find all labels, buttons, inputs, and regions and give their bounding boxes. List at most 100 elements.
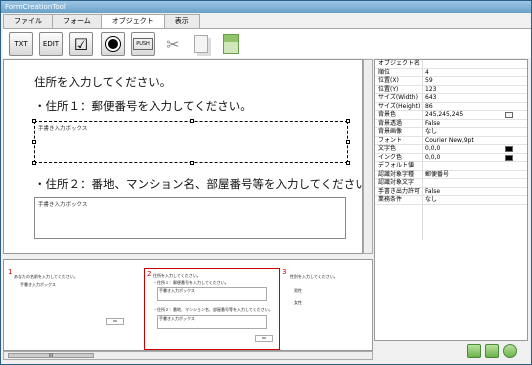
thumbnail-scrollbar[interactable]: III bbox=[3, 351, 373, 360]
edit-label: EDIT bbox=[42, 40, 60, 48]
prop-row[interactable]: 認識対象文字 bbox=[375, 179, 527, 188]
prop-value[interactable]: なし bbox=[425, 128, 437, 137]
thumb-text: ・住所１：郵便番号を入力してください。 bbox=[153, 280, 229, 285]
prop-row[interactable]: 文字色 0,0,0 bbox=[375, 145, 527, 154]
push-button-tool[interactable]: PUSH bbox=[131, 32, 155, 56]
tab-form[interactable]: フォーム bbox=[52, 14, 102, 28]
prop-value[interactable]: 643 bbox=[425, 94, 436, 103]
page-number: 2 bbox=[147, 270, 152, 278]
thumb-ok-button: OK bbox=[255, 335, 273, 342]
prop-value[interactable]: 245,245,245 bbox=[425, 111, 463, 120]
prop-key: 位置(Y) bbox=[378, 85, 399, 93]
scissors-icon: ✂ bbox=[166, 34, 180, 54]
prop-key: 背景画像 bbox=[378, 128, 403, 135]
prop-value[interactable]: 4 bbox=[425, 69, 429, 78]
handwriting-box-1[interactable]: 手書き入力ボックス bbox=[32, 119, 350, 165]
prop-row[interactable]: 背景透過 False bbox=[375, 120, 527, 129]
tab-file[interactable]: ファイル bbox=[3, 14, 53, 28]
prop-row[interactable]: 手書き出力許可 False bbox=[375, 187, 527, 197]
scrollbar-thumb[interactable]: III bbox=[8, 353, 94, 358]
prop-key: 認識対象文字 bbox=[378, 179, 415, 186]
ink-color-swatch bbox=[505, 154, 513, 161]
question-3: ・住所２：番地、マンション名、部屋番号等を入力してください。 bbox=[34, 177, 363, 191]
paste-icon bbox=[223, 34, 239, 54]
tab-view[interactable]: 表示 bbox=[163, 14, 200, 28]
prop-value[interactable]: 86 bbox=[425, 103, 433, 112]
page-duplicate-button[interactable] bbox=[485, 344, 499, 358]
prop-key: 手書き出力許可 bbox=[378, 187, 421, 195]
prop-row[interactable]: サイズ(Height) 86 bbox=[375, 102, 527, 112]
question-2: ・住所１：郵便番号を入力してください。 bbox=[34, 99, 252, 113]
prop-row[interactable]: デフォルト値 bbox=[375, 162, 527, 171]
bg-color-swatch bbox=[505, 112, 513, 118]
page-number: 1 bbox=[8, 268, 13, 276]
thumbnail-page-2-selected[interactable]: 2 住所を入力してください。 ・住所１：郵便番号を入力してください。 手書き入力… bbox=[144, 268, 280, 350]
cut-button[interactable]: ✂ bbox=[161, 32, 185, 56]
prop-row[interactable]: フォント Courier New,9pt bbox=[375, 137, 527, 146]
prop-value[interactable]: False bbox=[425, 188, 440, 197]
prop-key: 業務条件 bbox=[378, 196, 403, 203]
thumbnail-page-1[interactable]: 1 あなたの名前を入力してください。 手書き入力ボックス OK bbox=[6, 268, 140, 348]
thumb-text: 手書き入力ボックス bbox=[20, 282, 56, 287]
form-canvas[interactable]: 住所を入力してください。 ・住所１：郵便番号を入力してください。 手書き入力ボッ… bbox=[3, 59, 363, 254]
resize-handle[interactable] bbox=[190, 119, 194, 123]
prop-row[interactable]: 背景画像 なし bbox=[375, 128, 527, 137]
resize-handle[interactable] bbox=[346, 161, 350, 165]
prop-value[interactable]: 59 bbox=[425, 77, 433, 86]
resize-handle[interactable] bbox=[32, 161, 36, 165]
resize-handle[interactable] bbox=[32, 140, 36, 144]
prop-value[interactable]: 郵便番号 bbox=[425, 171, 449, 180]
window-title: FormCreationTool bbox=[1, 1, 531, 13]
resize-handle[interactable] bbox=[32, 119, 36, 123]
edit-button[interactable]: EDIT bbox=[39, 32, 63, 56]
box-label: 手書き入力ボックス bbox=[38, 202, 88, 208]
thumb-text: あなたの名前を入力してください。 bbox=[14, 274, 78, 279]
prop-row[interactable]: 業務条件 なし bbox=[375, 196, 527, 205]
prop-value[interactable]: 123 bbox=[425, 86, 436, 95]
prop-row[interactable]: 認識対象字種 郵便番号 bbox=[375, 171, 527, 180]
page-add-button[interactable] bbox=[467, 344, 481, 358]
canvas-scrollbar[interactable] bbox=[363, 59, 373, 254]
text-color-swatch bbox=[505, 146, 513, 152]
prop-row[interactable]: 位置(Y) 123 bbox=[375, 85, 527, 95]
radio-icon bbox=[105, 36, 121, 52]
tab-object[interactable]: オブジェクト bbox=[100, 14, 165, 29]
prop-value[interactable]: 0,0,0 bbox=[425, 145, 440, 154]
prop-key: デフォルト値 bbox=[378, 162, 415, 169]
radio-button-tool[interactable] bbox=[101, 32, 125, 56]
check-icon: ☑ bbox=[73, 34, 89, 54]
page-number: 3 bbox=[282, 268, 287, 276]
ribbon-tabs: ファイル フォーム オブジェクト 表示 bbox=[3, 14, 200, 29]
run-preview-button[interactable] bbox=[503, 344, 517, 358]
thumb-text: 女性 bbox=[294, 300, 302, 305]
property-grid: オブジェクト名 順位 4 位置(X) 59 位置(Y) 123 サイズ(Width) 6… bbox=[374, 59, 528, 341]
resize-handle[interactable] bbox=[190, 161, 194, 165]
prop-row[interactable]: 背景色 245,245,245 bbox=[375, 111, 527, 120]
thumb-text: 男性 bbox=[294, 288, 302, 293]
checkbox-button[interactable]: ☑ bbox=[69, 32, 93, 56]
copy-icon bbox=[194, 35, 208, 53]
prop-row[interactable]: サイズ(Width) 643 bbox=[375, 94, 527, 103]
prop-value[interactable]: False bbox=[425, 120, 440, 129]
box-label: 手書き入力ボックス bbox=[38, 126, 88, 132]
paste-button[interactable] bbox=[219, 32, 243, 56]
prop-key: サイズ(Height) bbox=[378, 102, 421, 110]
txt-button[interactable]: TXT bbox=[9, 32, 33, 56]
prop-key: オブジェクト名 bbox=[378, 60, 421, 67]
prop-value[interactable]: なし bbox=[425, 196, 437, 205]
thumbnail-page-3[interactable]: 3 性別を入力してください。 男性 女性 bbox=[282, 268, 372, 348]
prop-row[interactable]: オブジェクト名 bbox=[375, 60, 527, 69]
handwriting-box-2[interactable]: 手書き入力ボックス bbox=[34, 197, 346, 239]
copy-button[interactable] bbox=[189, 32, 213, 56]
thumb-text: 住所を入力してください。 bbox=[153, 273, 201, 278]
thumb-text: 性別を入力してください。 bbox=[290, 274, 338, 279]
prop-row[interactable]: インク色 0,0,0 bbox=[375, 154, 527, 163]
prop-row[interactable]: 位置(X) 59 bbox=[375, 77, 527, 86]
thumb-ok-button: OK bbox=[106, 318, 124, 325]
prop-value[interactable]: Courier New,9pt bbox=[425, 137, 474, 146]
prop-value[interactable]: 0,0,0 bbox=[425, 154, 440, 163]
prop-key: 文字色 bbox=[378, 145, 397, 152]
prop-row[interactable]: 順位 4 bbox=[375, 69, 527, 78]
resize-handle[interactable] bbox=[346, 140, 350, 144]
resize-handle[interactable] bbox=[346, 119, 350, 123]
